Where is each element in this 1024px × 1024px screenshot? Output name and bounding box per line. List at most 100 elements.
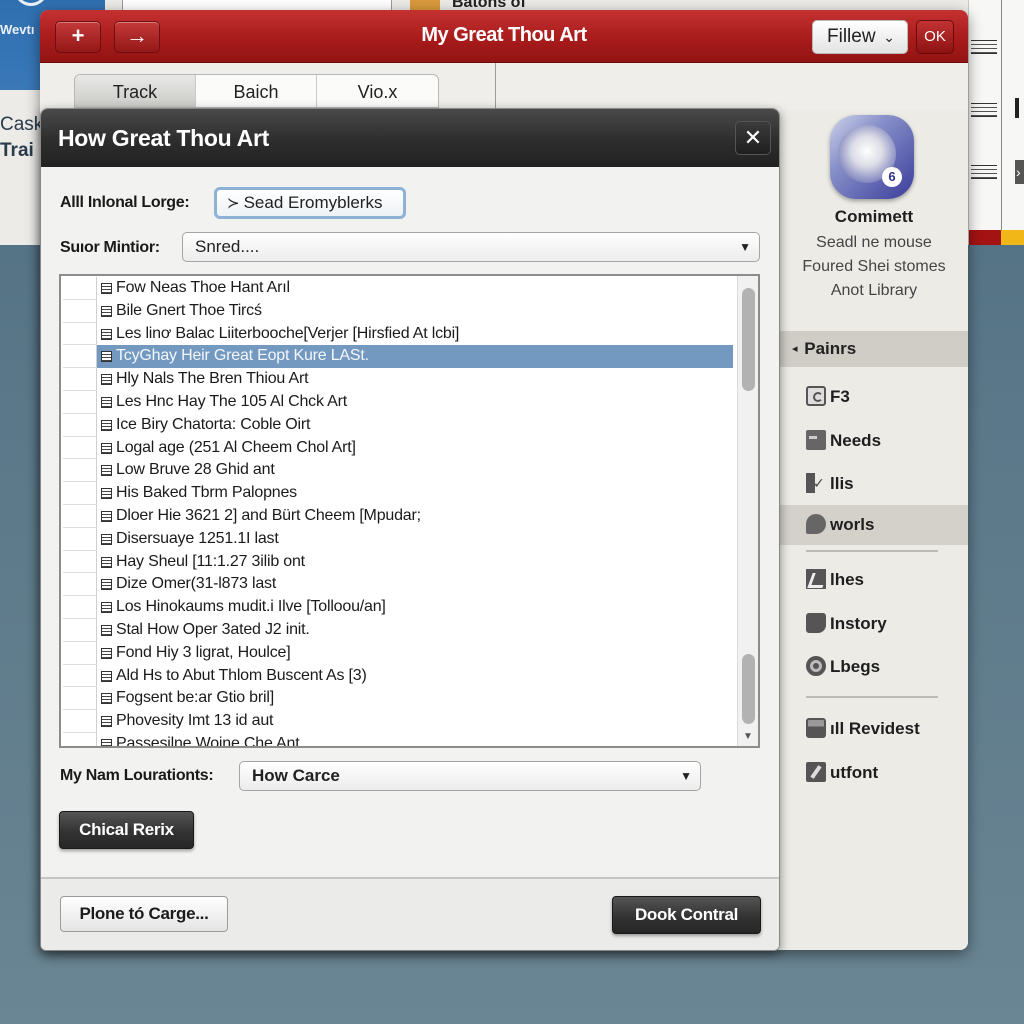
row-checkbox[interactable] bbox=[63, 664, 97, 688]
row-checkbox[interactable] bbox=[63, 390, 97, 414]
sidebar-item-llis[interactable]: llis bbox=[780, 463, 968, 504]
list-item[interactable]: Los Hinokaums mudit.i Ilve [Tolloou/an] bbox=[61, 596, 737, 619]
list-item[interactable]: Dloer Hie 3621 2] and Bürt Cheem [Mpudar… bbox=[61, 504, 737, 528]
sidebar-item-worls[interactable]: worls bbox=[780, 505, 968, 545]
works-icon bbox=[806, 514, 826, 534]
song-dialog: How Great Thou Art ✕ Alll Inlonal Lorge:… bbox=[40, 108, 780, 951]
row-checkbox[interactable] bbox=[63, 527, 97, 551]
ok-button[interactable]: OK bbox=[916, 20, 954, 54]
dialog-titlebar: How Great Thou Art ✕ bbox=[41, 109, 779, 167]
close-button[interactable]: ✕ bbox=[735, 121, 771, 155]
document-icon bbox=[101, 488, 112, 500]
document-icon bbox=[101, 442, 112, 454]
list-item[interactable]: Logal age (251 Al Cheem Chol Art] bbox=[61, 436, 737, 460]
list-item[interactable]: Disersuaye 1251.1I last bbox=[61, 527, 737, 551]
row-checkbox[interactable] bbox=[63, 596, 97, 619]
list-item[interactable]: Bile Gnert Thoe Tircś bbox=[61, 299, 737, 323]
sidebar-item-instory[interactable]: Instory bbox=[780, 604, 968, 644]
primary-button[interactable]: Dook Contral bbox=[612, 896, 761, 934]
row-checkbox[interactable] bbox=[63, 550, 97, 574]
list-item[interactable]: His Baked Tbrm Palopnes bbox=[61, 482, 737, 505]
document-icon bbox=[101, 396, 112, 408]
row-checkbox[interactable] bbox=[63, 299, 97, 323]
list-item[interactable]: TcyGhay Heir Great Eopt Kure LASt. bbox=[61, 345, 737, 369]
row-checkbox[interactable] bbox=[63, 482, 97, 505]
document-icon bbox=[101, 716, 112, 728]
row-checkbox[interactable] bbox=[63, 322, 97, 346]
sidebar-item-lbegs[interactable]: Lbegs bbox=[780, 647, 968, 687]
list-item[interactable]: Les linơ Balac Liiterbooche[Verjer [Hirs… bbox=[61, 322, 737, 346]
row-checkbox[interactable] bbox=[63, 345, 97, 369]
list-item-label: Logal age (251 Al Cheem Chol Art] bbox=[116, 438, 356, 456]
row-checkbox[interactable] bbox=[63, 413, 97, 437]
list-item[interactable]: Les Hnc Hay The 105 Al Chck Art bbox=[61, 390, 737, 414]
row-checkbox[interactable] bbox=[63, 504, 97, 528]
subject-select[interactable]: Snred.... ▼ bbox=[182, 232, 760, 262]
sidebar-item-f3[interactable]: F3 bbox=[780, 377, 968, 417]
sidebar-item-outfont[interactable]: utfont bbox=[780, 753, 968, 793]
secondary-button[interactable]: Plone tó Carge... bbox=[60, 896, 228, 932]
document-icon bbox=[101, 419, 112, 431]
sidebar-item-needs[interactable]: Needs bbox=[780, 421, 968, 461]
list-item[interactable]: Fow Neas Thoe Hant Arıl bbox=[61, 277, 737, 300]
scrollbar-thumb[interactable] bbox=[742, 654, 755, 724]
row-checkbox[interactable] bbox=[63, 687, 97, 711]
list-item-label: Disersuaye 1251.1I last bbox=[116, 529, 279, 547]
name-location-select[interactable]: How Carce ▼ bbox=[239, 761, 701, 791]
row-checkbox[interactable] bbox=[63, 573, 97, 597]
sidebar-item-revidest[interactable]: ıll Revidest bbox=[780, 709, 968, 749]
list-item-label: Phovesity Imt 13 id aut bbox=[116, 712, 274, 730]
sidebar-item-lhes[interactable]: lhes bbox=[780, 560, 968, 600]
list-item[interactable]: Fogsent be:ar Gtio bril] bbox=[61, 687, 737, 711]
document-icon bbox=[101, 738, 112, 746]
list-item[interactable]: Ice Biry Chatorta: Coble Oirt bbox=[61, 413, 737, 437]
window-titlebar: + → My Great Thou Art Fillew ⌄ OK bbox=[40, 10, 968, 63]
select-value: Snred.... bbox=[195, 237, 260, 256]
list-item[interactable]: Hly Nals The Bren Thiou Art bbox=[61, 368, 737, 391]
row-checkbox[interactable] bbox=[63, 618, 97, 642]
document-icon bbox=[101, 624, 112, 636]
field-label: Suıor Mintior: bbox=[60, 239, 160, 256]
list-item[interactable]: Ald Hs to Abut Thlom Buscent As [3) bbox=[61, 664, 737, 688]
list-item[interactable]: Passesilne Woine Che Ant bbox=[61, 732, 737, 746]
sidebar-section-header[interactable]: ◂ Painrs bbox=[780, 331, 968, 367]
row-checkbox[interactable] bbox=[63, 459, 97, 483]
background-yellow-bar bbox=[1001, 230, 1024, 245]
scroll-down-icon[interactable]: ▼ bbox=[743, 731, 753, 742]
filter-dropdown[interactable]: Fillew ⌄ bbox=[812, 20, 908, 54]
brand-logo-icon bbox=[14, 0, 48, 6]
background-close-button[interactable]: › bbox=[1015, 160, 1024, 184]
list-item[interactable]: Stal How Oper 3ated J2 init. bbox=[61, 618, 737, 642]
list-item[interactable]: Dize Omer(31-l873 last bbox=[61, 573, 737, 597]
document-icon bbox=[101, 283, 112, 294]
row-checkbox[interactable] bbox=[63, 436, 97, 460]
tab-baich[interactable]: Baich bbox=[196, 75, 317, 107]
row-checkbox[interactable] bbox=[63, 277, 97, 300]
row-checkbox[interactable] bbox=[63, 641, 97, 665]
document-icon bbox=[101, 647, 112, 659]
list-item-label: Fogsent be:ar Gtio bril] bbox=[116, 689, 274, 707]
song-list[interactable]: Fow Neas Thoe Hant Arıl Bile Gnert Thoe T… bbox=[59, 274, 760, 748]
sidebar-item-label: Lbegs bbox=[830, 657, 881, 676]
tab-track[interactable]: Track bbox=[75, 75, 196, 107]
scrollbar-thumb[interactable] bbox=[742, 288, 755, 391]
list-item[interactable]: Fond Hiy 3 ligrat, Houlce] bbox=[61, 641, 737, 665]
list-item[interactable]: Hay Sheul [11:1.27 3ilib ont bbox=[61, 550, 737, 574]
row-checkbox[interactable] bbox=[63, 710, 97, 733]
list-check-icon bbox=[806, 463, 826, 503]
gear-icon bbox=[806, 656, 826, 676]
scrollbar[interactable]: ▼ bbox=[737, 276, 758, 746]
row-checkbox[interactable] bbox=[63, 368, 97, 391]
list-item[interactable]: Phovesity Imt 13 id aut bbox=[61, 710, 737, 733]
list-item-label: Fow Neas Thoe Hant Arıl bbox=[116, 279, 290, 296]
list-item-label: Les Hnc Hay The 105 Al Chck Art bbox=[116, 392, 347, 410]
app-icon[interactable]: 6 bbox=[830, 115, 914, 199]
list-item-label: His Baked Tbrm Palopnes bbox=[116, 484, 297, 502]
action-button[interactable]: Chical Rerix bbox=[59, 811, 194, 849]
tab-vio[interactable]: Vio.x bbox=[317, 75, 438, 107]
row-checkbox[interactable] bbox=[63, 732, 97, 746]
search-framework-button[interactable]: ≻ Sead Eromyblerks bbox=[214, 187, 406, 219]
tab-bar: Track Baich Vio.x bbox=[74, 74, 439, 108]
list-item[interactable]: Low Bruve 28 Ghid ant bbox=[61, 459, 737, 483]
collapse-arrow-icon: ◂ bbox=[792, 343, 798, 355]
